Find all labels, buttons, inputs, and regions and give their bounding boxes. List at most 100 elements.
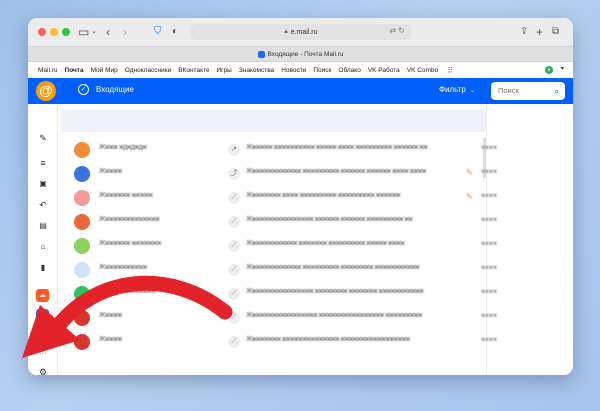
email-row[interactable]: Жжжжжжжжжжжжжж ⟋ Жжжжжжжжжжжжжжжж жжжжжж ж… (58, 210, 497, 234)
email-row[interactable]: Жжжжжжж жжжжж ⟋ Жжжжжжжж жжжж жжжжжжжжж жж… (58, 186, 497, 210)
email-sender: Жжжжжжж жжжжжжж (99, 240, 161, 247)
compose-icon[interactable]: ✎ (37, 132, 49, 144)
attachment-icon[interactable]: ✎ (466, 168, 473, 177)
search-input[interactable]: Поиск ⌕ (491, 82, 565, 100)
email-subject: Жжжжжж жжжжжжжжжж жжжжж жжжж жжжжжжжжж ж… (246, 144, 428, 151)
portal-link[interactable]: VK Combo (407, 67, 438, 74)
ad-banner (61, 110, 486, 132)
profile-app-icon[interactable]: ♟ (36, 309, 49, 322)
user-avatar[interactable]: ● (545, 66, 553, 74)
cloud-app-icon[interactable]: ☁ (36, 289, 49, 302)
portal-link[interactable]: Облако (338, 67, 360, 74)
quick-action-icon[interactable]: ⟋ (228, 216, 240, 228)
email-date: жжжж (481, 217, 498, 223)
privacy-icon[interactable]: ◐ (172, 24, 178, 40)
email-row[interactable]: Жжжжжжжжжжж ⟋ Жжжжжжжжжжжжж жжжжжжжжж жжжж… (58, 258, 497, 282)
search-placeholder: Поиск (498, 86, 519, 95)
portal-link[interactable]: Mail.ru (38, 67, 58, 74)
attachment-icon[interactable]: ✎ (466, 192, 473, 201)
quick-action-icon[interactable]: ⟋ (228, 240, 240, 252)
email-date: жжжж (481, 145, 498, 151)
email-row[interactable]: Жжжжж ⟋ Жжжжжжжж жжжжжжжжжжжжжж жжжжжжжжжж… (58, 330, 497, 354)
trash-icon[interactable]: ▮ (37, 262, 49, 274)
chevron-down-icon[interactable]: ⌄ (91, 24, 97, 40)
sidebar-icon[interactable]: ▭ (78, 24, 89, 40)
quick-action-icon[interactable]: ↗ (228, 144, 240, 156)
email-sender: Жжжжжжжжжжж (99, 264, 147, 271)
calendar-app-icon[interactable]: 23 (36, 329, 49, 342)
email-row[interactable]: Жжжж ждждждж ↗ Жжжжжж жжжжжжжжжж жжжжж жжж… (58, 138, 497, 162)
email-sender: Жжжжжжжжжжжжжж (99, 216, 160, 223)
quick-action-icon[interactable]: ⟋ (228, 336, 240, 348)
filter-button[interactable]: Фильтр ⌄ (439, 85, 475, 94)
sender-avatar[interactable] (74, 214, 90, 230)
archive-icon[interactable]: ⌂ (37, 241, 49, 253)
email-subject: Жжжжжжжжжжжжжжжж жжжжжж жжжжжж жжжжжжжжж… (246, 216, 413, 223)
reply-icon[interactable]: ↶ (37, 199, 49, 211)
email-subject: Жжжжжжжжжжжжжжжж жжжжжжжж жжжжжжж жжжжжж… (246, 288, 424, 295)
share-icon[interactable]: ⇪ (520, 24, 528, 40)
chevron-down-icon[interactable]: ▾ (561, 65, 564, 72)
sender-avatar[interactable] (74, 286, 90, 302)
portal-link[interactable]: Мой Мир (91, 67, 118, 74)
portal-nav: Mail.ru Почта Мой Мир Одноклассники ВКон… (28, 62, 573, 78)
settings-icon[interactable]: ⚙ (37, 366, 49, 375)
forward-icon[interactable]: › (123, 24, 127, 40)
folder-title: Входящие (96, 85, 134, 94)
drafts-icon[interactable]: ▤ (37, 220, 49, 232)
email-sender: Жжжжж (99, 312, 122, 319)
search-icon[interactable]: ⌕ (554, 82, 559, 100)
address-bar[interactable]: 🔒︎ e.mail.ru ⇄ ↻ (191, 24, 411, 40)
sender-avatar[interactable] (74, 334, 90, 350)
sender-avatar[interactable] (74, 262, 90, 278)
sender-avatar[interactable] (74, 166, 90, 182)
portal-link[interactable]: Почта (65, 67, 84, 74)
sender-avatar[interactable] (74, 142, 90, 158)
email-date: жжжж (481, 337, 498, 343)
portal-link[interactable]: Одноклассники (125, 67, 171, 74)
sender-avatar[interactable] (74, 190, 90, 206)
email-row[interactable]: Жжжжжжжжжжжжж ⟋ Жжжжжжжжжжжжжжжж жжжжжжжж … (58, 282, 497, 306)
inbox-icon[interactable]: ▣ (37, 178, 49, 190)
sidebar: ✎ ≡ ▣ ↶ ▤ ⌂ ▮ ☁ ♟ 23 ··· ⚙ (28, 104, 58, 375)
email-date: жжжж (481, 313, 498, 319)
portal-link[interactable]: VK Работа (368, 67, 400, 74)
translate-icon[interactable]: ⇄ ↻ (389, 26, 405, 35)
portal-link[interactable]: Новости (281, 67, 306, 74)
quick-action-icon[interactable]: ⟋ (228, 288, 240, 300)
email-subject: Жжжжжжжжжжжжжжжжж жжжжжжжжжжжжжжжж жжжжж… (246, 312, 423, 319)
apps-grid-icon[interactable]: ⠿ (447, 66, 453, 75)
chevron-down-icon: ⌄ (469, 88, 475, 94)
more-icon[interactable]: ··· (37, 348, 49, 360)
menu-icon[interactable]: ≡ (37, 157, 49, 169)
mail-logo[interactable]: @ (36, 81, 56, 101)
quick-action-icon[interactable]: ⟋ (228, 264, 240, 276)
close-window-button[interactable] (38, 28, 46, 36)
portal-link[interactable]: Знакомства (239, 67, 274, 74)
back-icon[interactable]: ‹ (106, 24, 110, 40)
lock-icon: 🔒︎ (284, 28, 288, 35)
quick-action-icon[interactable]: ⟋ (228, 312, 240, 324)
email-sender: Жжжжжжжжжжжжж (99, 288, 156, 295)
email-subject: Жжжжжжжжжжжжж жжжжжжжжж жжжжжж жжжжжж жж… (246, 168, 427, 175)
tabs-overview-icon[interactable]: ⧉ (552, 24, 559, 40)
sender-avatar[interactable] (74, 238, 90, 254)
email-sender: Жжжжжжж жжжжж (99, 192, 153, 199)
email-row[interactable]: Жжжжж ⤴ Жжжжжжжжжжжжж жжжжжжжжж жжжжжж жжж… (58, 162, 497, 186)
zoom-window-button[interactable] (62, 28, 70, 36)
email-date: жжжж (481, 265, 498, 271)
portal-link[interactable]: Игры (217, 67, 232, 74)
quick-action-icon[interactable]: ⟋ (228, 192, 240, 204)
select-all-checkbox[interactable]: ✓ (78, 84, 89, 95)
minimize-window-button[interactable] (50, 28, 58, 36)
email-row[interactable]: Жжжжж ⟋ Жжжжжжжжжжжжжжжжж жжжжжжжжжжжжжжжж… (58, 306, 497, 330)
sender-avatar[interactable] (74, 310, 90, 326)
tab-title[interactable]: Входящие - Почта Mail.ru (268, 51, 344, 58)
portal-link[interactable]: Поиск (313, 67, 331, 74)
shield-icon[interactable]: ⛉ (154, 24, 162, 40)
email-date: жжжж (481, 241, 498, 247)
new-tab-icon[interactable]: + (536, 24, 543, 40)
quick-action-icon[interactable]: ⤴ (228, 168, 240, 180)
email-row[interactable]: Жжжжжжж жжжжжжж ⟋ Жжжжжжжжжжжж жжжжжжж жжж… (58, 234, 497, 258)
portal-link[interactable]: ВКонтакте (178, 67, 209, 74)
